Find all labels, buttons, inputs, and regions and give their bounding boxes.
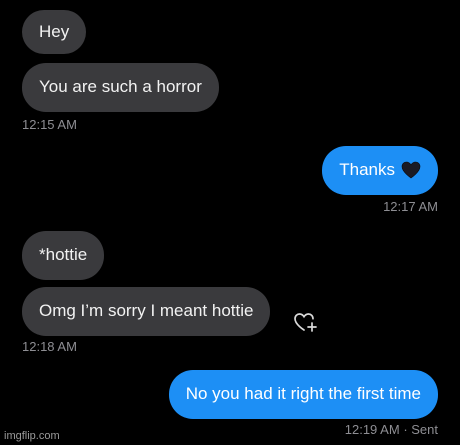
- message-bubble-outgoing[interactable]: Thanks: [322, 146, 438, 195]
- timestamp: 12:17 AM: [383, 199, 438, 214]
- message-bubble-incoming[interactable]: Omg I’m sorry I meant hottie: [22, 287, 271, 336]
- watermark: imgflip.com: [4, 430, 60, 442]
- timestamp: 12:19 AM: [344, 422, 400, 437]
- message-text: *hottie: [39, 245, 88, 264]
- message-text: Thanks: [339, 160, 395, 179]
- timestamp: 12:15 AM: [22, 117, 77, 132]
- message-text: No you had it right the first time: [185, 384, 421, 403]
- black-heart-icon: [401, 161, 421, 179]
- message-bubble-incoming[interactable]: *hottie: [22, 231, 105, 280]
- message-text: Omg I’m sorry I meant hottie: [39, 301, 254, 320]
- message-bubble-incoming[interactable]: You are such a horror: [22, 63, 219, 112]
- delivery-status: 12:19 AM · Sent: [345, 422, 438, 437]
- message-text: You are such a horror: [39, 77, 202, 96]
- add-reaction-icon[interactable]: [293, 311, 319, 333]
- timestamp: 12:18 AM: [22, 339, 77, 354]
- message-bubble-outgoing[interactable]: No you had it right the first time: [168, 370, 438, 419]
- sent-status: · Sent: [403, 422, 438, 437]
- message-bubble-incoming[interactable]: Hey: [22, 10, 87, 54]
- message-text: Hey: [39, 22, 70, 41]
